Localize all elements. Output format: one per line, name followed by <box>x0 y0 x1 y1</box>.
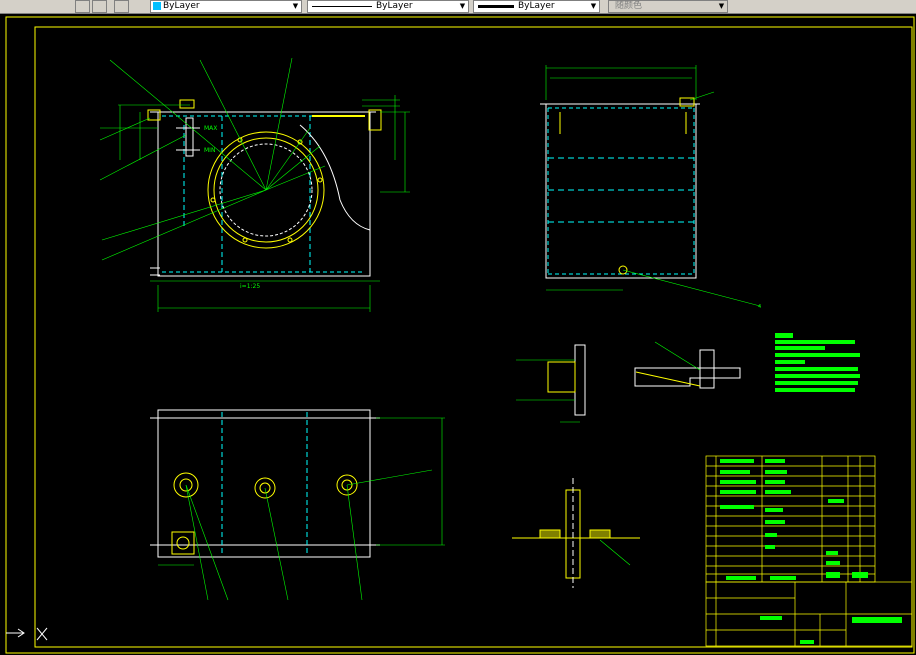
plan-view <box>150 409 445 601</box>
properties-toolbar: ByLayer ▼ ByLayer ▼ ByLayer ▼ 随颜色 ▼ <box>0 0 916 14</box>
color-control[interactable]: ByLayer ▼ <box>150 0 302 13</box>
lineweight-control[interactable]: ByLayer ▼ <box>473 0 600 13</box>
lineweight-control-label: ByLayer <box>518 1 555 11</box>
detail-c-c <box>512 478 640 588</box>
layer-state-icon[interactable] <box>114 0 129 13</box>
ucs-icon <box>6 627 48 641</box>
detail-a-a <box>634 341 741 389</box>
chevron-down-icon: ▼ <box>459 2 466 10</box>
level-min-label: MIN <box>204 147 215 154</box>
plotstyle-control-label: 随颜色 <box>615 1 643 11</box>
linetype-control[interactable]: ByLayer ▼ <box>307 0 469 13</box>
chevron-down-icon: ▼ <box>590 2 597 10</box>
plotstyle-control[interactable]: 随颜色 ▼ <box>608 0 728 13</box>
front-view: MAX MIN i=1:25 <box>99 57 410 312</box>
color-swatch-icon <box>153 2 161 10</box>
lineweight-preview-icon <box>478 5 514 8</box>
technical-notes <box>775 333 860 392</box>
linetype-control-label: ByLayer <box>376 1 413 11</box>
drawing-canvas[interactable]: MAX MIN i=1:25 4 <box>0 14 916 655</box>
level-max-label: MAX <box>204 125 217 132</box>
linetype-preview-icon <box>312 6 372 7</box>
slope-note: i=1:25 <box>240 283 260 290</box>
chevron-down-icon: ▼ <box>718 2 725 10</box>
dropdown-arrow-icon[interactable] <box>75 0 90 13</box>
layer-previous-icon[interactable] <box>92 0 107 13</box>
side-view: 4 <box>540 65 761 310</box>
detail-b <box>516 344 586 423</box>
color-control-label: ByLayer <box>163 1 200 11</box>
side-view-leader-label: 4 <box>758 304 761 310</box>
chevron-down-icon: ▼ <box>292 2 299 10</box>
